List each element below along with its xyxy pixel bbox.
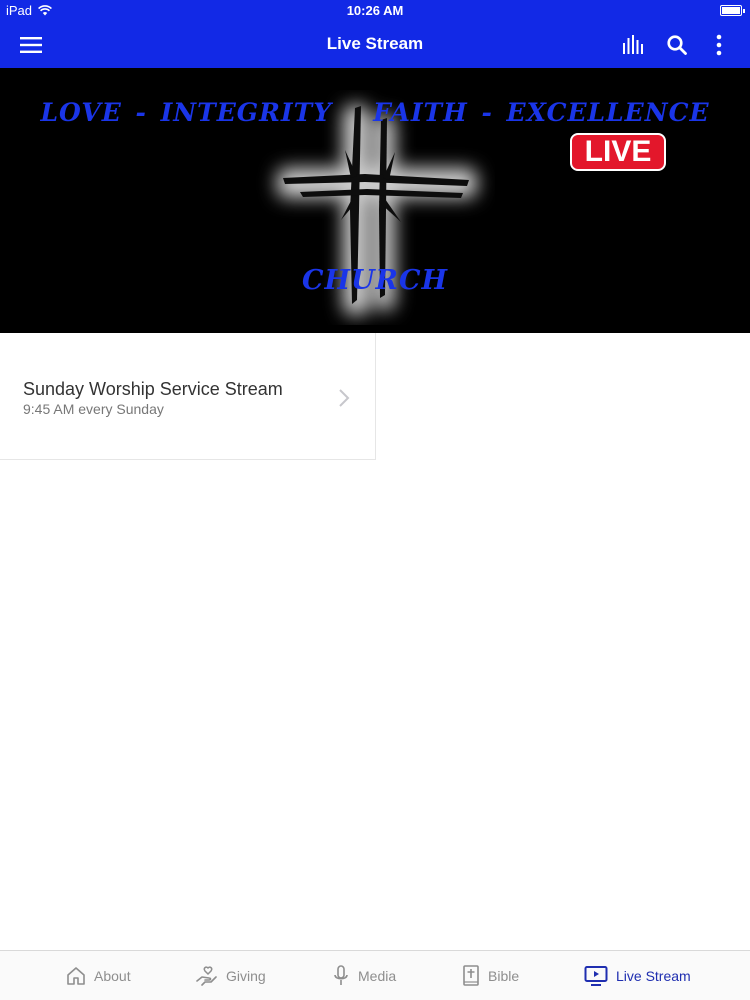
tab-bible[interactable]: Bible [462, 963, 519, 989]
status-time: 10:26 AM [346, 3, 404, 18]
tab-about-label: About [94, 968, 131, 984]
search-icon [667, 35, 687, 55]
microphone-icon [334, 965, 348, 985]
home-icon [67, 967, 85, 985]
search-button[interactable] [664, 32, 690, 58]
tab-giving-label: Giving [226, 968, 266, 984]
tab-giving[interactable]: Giving [196, 963, 266, 989]
tv-play-icon [584, 966, 608, 986]
tab-about[interactable]: About [66, 963, 131, 989]
chevron-right-icon [339, 389, 350, 407]
giving-hand-icon [196, 966, 217, 986]
more-button[interactable] [706, 32, 732, 58]
bible-icon [463, 965, 479, 986]
status-bar: iPad 10:26 AM [0, 0, 750, 22]
audio-button[interactable] [620, 32, 646, 58]
tab-media-label: Media [358, 968, 397, 984]
more-vertical-icon [716, 34, 722, 56]
banner-motto: LOVE - INTEGRITY FAITH - EXCELLENCE [40, 98, 710, 127]
live-badge: LIVE [570, 133, 666, 171]
tab-live-stream[interactable]: Live Stream [584, 963, 691, 989]
tab-live-stream-label: Live Stream [616, 968, 691, 984]
banner-church-text: CHURCH [302, 265, 448, 296]
nav-bar: Live Stream [0, 22, 750, 68]
live-stream-banner: LOVE - INTEGRITY FAITH - EXCELLENCE LIVE… [0, 68, 750, 333]
stream-list-item[interactable]: Sunday Worship Service Stream 9:45 AM ev… [0, 333, 376, 460]
tab-bible-label: Bible [488, 968, 520, 984]
tab-media[interactable]: Media [332, 963, 396, 989]
battery-icon [720, 5, 745, 16]
stream-title: Sunday Worship Service Stream [23, 379, 283, 399]
tab-bar: About Giving Media Bible Live Stream [0, 950, 750, 1000]
stream-schedule: 9:45 AM every Sunday [23, 401, 164, 417]
audio-bars-icon [623, 35, 643, 54]
